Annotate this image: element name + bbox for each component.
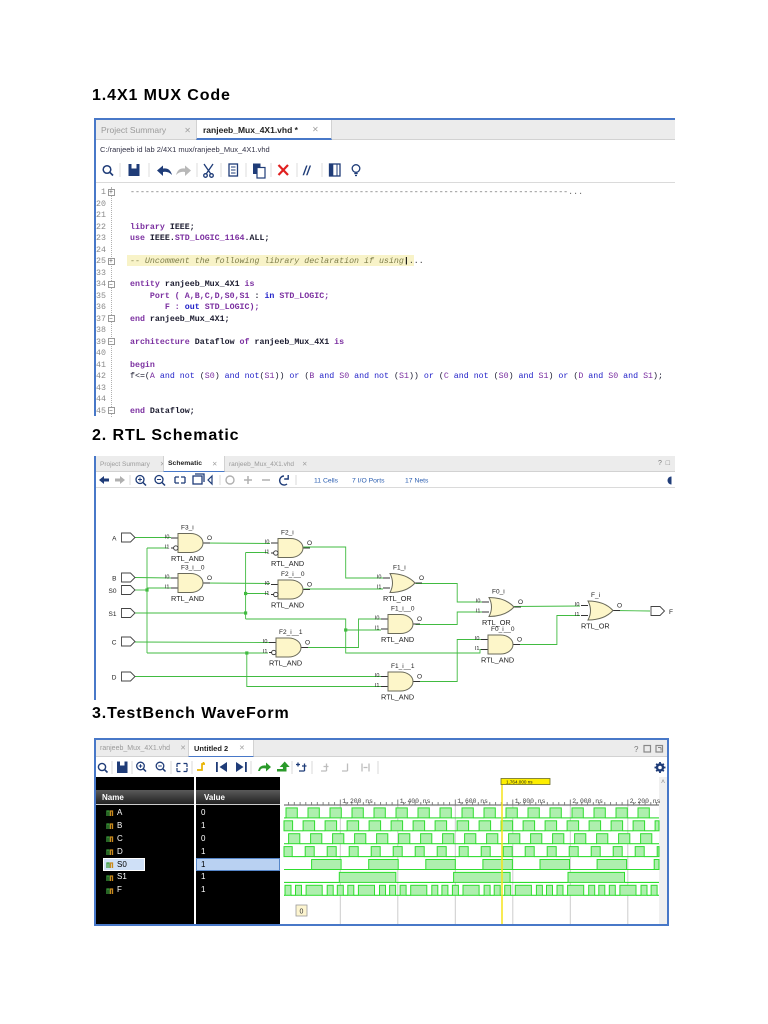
svg-text:I1: I1 — [476, 609, 481, 615]
svg-text:F3_i: F3_i — [181, 525, 194, 532]
svg-text:I0: I0 — [263, 639, 268, 645]
svg-text:A: A — [112, 536, 117, 543]
svg-text:F1_i__1: F1_i__1 — [391, 663, 415, 670]
svg-text:I1: I1 — [265, 550, 270, 556]
svg-text:F1_i__0: F1_i__0 — [391, 606, 415, 613]
svg-text:I1: I1 — [575, 612, 580, 618]
svg-text:I0: I0 — [265, 540, 270, 546]
svg-text:F2_i__0: F2_i__0 — [281, 571, 305, 578]
svg-text:I1: I1 — [265, 591, 270, 597]
svg-text:F2_i: F2_i — [281, 530, 294, 537]
svg-text:I0: I0 — [476, 599, 481, 605]
svg-text:11 Cells: 11 Cells — [314, 478, 339, 485]
svg-text:0: 0 — [300, 909, 304, 916]
svg-text:O: O — [617, 603, 622, 610]
svg-text:I0: I0 — [375, 616, 380, 622]
svg-text:RTL_AND: RTL_AND — [271, 601, 304, 610]
svg-text:I1: I1 — [475, 646, 480, 652]
svg-text:?: ? — [634, 745, 639, 754]
svg-text:7 I/O Ports: 7 I/O Ports — [352, 478, 385, 485]
svg-text:O: O — [307, 582, 312, 589]
svg-text:I1: I1 — [377, 585, 382, 591]
svg-text:I1: I1 — [165, 585, 170, 591]
svg-text:17 Nets: 17 Nets — [405, 478, 429, 485]
svg-text:O: O — [307, 540, 312, 547]
svg-text:F2_i__1: F2_i__1 — [279, 629, 303, 636]
svg-text:1,400 ns: 1,400 ns — [400, 798, 431, 805]
svg-text:I0: I0 — [575, 602, 580, 608]
svg-text:I1: I1 — [165, 545, 170, 551]
svg-text:F3_i__0: F3_i__0 — [181, 565, 205, 572]
svg-text:O: O — [417, 674, 422, 681]
svg-text:I0: I0 — [265, 581, 270, 587]
svg-text:O: O — [517, 637, 522, 644]
svg-text:D: D — [112, 675, 117, 682]
svg-text:2,200 ns: 2,200 ns — [630, 798, 661, 805]
svg-text:O: O — [518, 599, 523, 606]
svg-text:F: F — [669, 609, 673, 616]
svg-text:S0: S0 — [109, 588, 117, 595]
svg-text://: // — [302, 164, 311, 178]
svg-text:O: O — [419, 575, 424, 582]
svg-text:RTL_AND: RTL_AND — [269, 659, 302, 668]
svg-text:O: O — [207, 535, 212, 542]
svg-text:O: O — [305, 640, 310, 647]
svg-text:B: B — [112, 576, 116, 583]
svg-text:I0: I0 — [375, 673, 380, 679]
svg-text:I0: I0 — [165, 535, 170, 541]
svg-text:1,200 ns: 1,200 ns — [342, 798, 373, 805]
svg-text:RTL_AND: RTL_AND — [271, 559, 304, 568]
svg-text:F_i: F_i — [591, 592, 600, 599]
svg-text:I0: I0 — [377, 575, 382, 581]
svg-text:RTL_AND: RTL_AND — [171, 554, 204, 563]
svg-text:1,600 ns: 1,600 ns — [457, 798, 488, 805]
svg-text:S1: S1 — [109, 611, 117, 618]
svg-text:RTL_AND: RTL_AND — [381, 635, 414, 644]
svg-text:1,764.000 ns: 1,764.000 ns — [506, 780, 533, 785]
svg-text:2,000 ns: 2,000 ns — [572, 798, 603, 805]
svg-text:RTL_AND: RTL_AND — [481, 656, 514, 665]
svg-text:I1: I1 — [263, 649, 268, 655]
svg-text:RTL_AND: RTL_AND — [171, 594, 204, 603]
svg-text:RTL_AND: RTL_AND — [381, 693, 414, 702]
svg-text:O: O — [417, 616, 422, 623]
svg-text:I1: I1 — [375, 626, 380, 632]
svg-text:C: C — [112, 640, 117, 647]
svg-text:1,800 ns: 1,800 ns — [515, 798, 546, 805]
svg-text:F0_i__0: F0_i__0 — [491, 626, 515, 633]
svg-text:RTL_OR: RTL_OR — [581, 622, 610, 631]
svg-text:I1: I1 — [375, 683, 380, 689]
svg-text:F0_i: F0_i — [492, 589, 505, 596]
svg-text:F1_i: F1_i — [393, 565, 406, 572]
svg-text:I0: I0 — [165, 575, 170, 581]
svg-text:O: O — [207, 575, 212, 582]
svg-text:RTL_OR: RTL_OR — [383, 594, 412, 603]
svg-text:I0: I0 — [475, 636, 480, 642]
